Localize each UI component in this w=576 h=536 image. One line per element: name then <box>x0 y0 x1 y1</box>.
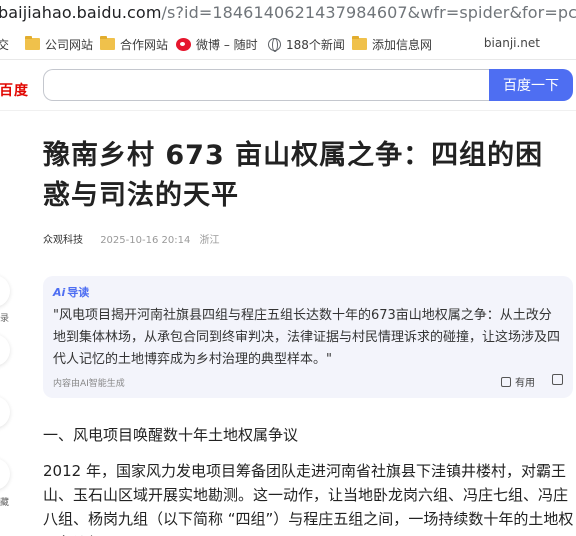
url-host: baijiahao.baidu.com <box>0 3 162 22</box>
bookmark-label: 交 <box>0 37 10 52</box>
search-input[interactable] <box>43 69 491 101</box>
ai-icon: Ai <box>53 285 66 299</box>
side-action-button[interactable] <box>0 275 10 307</box>
bookmark-label: 合作网站 <box>120 37 169 52</box>
useful-button[interactable]: 有用 <box>501 374 535 389</box>
bookmark-label: 188个新闻 <box>286 37 345 52</box>
article-meta: 众观科技 2025-10-16 20:14 浙江 <box>43 231 220 246</box>
publish-date: 2025-10-16 20:14 <box>100 235 191 246</box>
ai-summary-header: Ai 导读 <box>53 284 89 300</box>
thumbs-down-icon[interactable] <box>552 374 563 385</box>
publish-location: 浙江 <box>199 235 220 246</box>
ai-summary-text: "风电项目揭开河南社旗县四组与程庄五组长达数十年的673亩山地权属之争：从土改分… <box>53 308 561 367</box>
folder-icon <box>100 36 115 50</box>
bookmarks-bar: 交 公司网站 合作网站 微博 – 随时 188个新闻 添加信息网 bianji.… <box>0 28 576 60</box>
bookmark-item[interactable]: 交 <box>0 36 9 52</box>
useful-label: 有用 <box>515 378 535 389</box>
globe-icon <box>268 37 281 52</box>
baidu-search-bar: 百度 百度一下 <box>0 61 576 111</box>
side-action-button[interactable] <box>0 334 10 366</box>
thumbs-up-icon <box>501 376 511 387</box>
bookmark-weibo[interactable]: 微博 – 随时 <box>176 36 258 52</box>
address-bar[interactable]: baijiahao.baidu.com/s?id=184614062143798… <box>0 0 576 28</box>
bookmark-bianji[interactable]: bianji.net <box>484 36 540 50</box>
url-text[interactable]: baijiahao.baidu.com/s?id=184614062143798… <box>0 3 576 22</box>
ai-summary-box: Ai 导读 "风电项目揭开河南社旗县四组与程庄五组长达数十年的673亩山地权属之… <box>43 276 573 398</box>
article-title: 豫南乡村 673 亩山权属之争：四组的困惑与司法的天平 <box>43 140 544 211</box>
baidu-logo[interactable]: 百度 <box>0 80 29 100</box>
side-action-label: 藏 <box>0 498 10 508</box>
section-heading: 一、风电项目唤醒数十年土地权属争议 <box>43 426 299 444</box>
bookmark-label: 微博 – 随时 <box>196 37 258 52</box>
ai-summary-source: 内容由AI智能生成 <box>53 379 125 389</box>
side-action-button[interactable] <box>0 458 10 490</box>
side-action-button[interactable] <box>0 396 10 428</box>
bookmark-label: 公司网站 <box>45 37 94 52</box>
author-name[interactable]: 众观科技 <box>43 235 83 246</box>
bookmark-label: 添加信息网 <box>372 37 433 52</box>
side-action-label: 录 <box>0 314 10 324</box>
folder-icon <box>25 36 40 50</box>
bookmark-partner-sites[interactable]: 合作网站 <box>100 36 168 52</box>
url-path: /s?id=1846140621437984607&wfr=spider&for… <box>161 3 576 22</box>
bookmark-news[interactable]: 188个新闻 <box>268 36 345 52</box>
article-paragraph: 2012 年，国家风力发电项目筹备团队走进河南省社旗县下洼镇井楼村，对霸王山、玉… <box>43 462 574 536</box>
weibo-icon <box>176 37 191 51</box>
folder-icon <box>352 36 367 50</box>
bookmark-company-sites[interactable]: 公司网站 <box>25 36 93 52</box>
bookmark-add-info[interactable]: 添加信息网 <box>352 36 432 52</box>
search-button[interactable]: 百度一下 <box>489 69 573 101</box>
ai-summary-label: 导读 <box>67 286 90 299</box>
